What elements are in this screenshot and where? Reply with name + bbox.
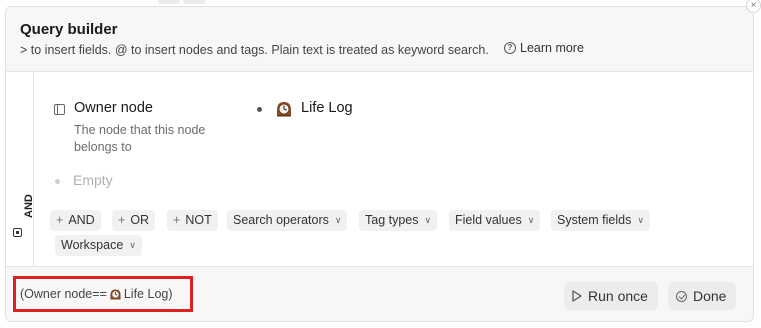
chip-label: Workspace [61, 238, 124, 252]
chip-label: Tag types [365, 213, 419, 227]
group-toggle-icon[interactable] [13, 228, 22, 237]
and-operator-label: AND [23, 194, 35, 218]
and-group-label: AND [10, 188, 35, 248]
field-icon [54, 104, 65, 115]
chip-label: AND [68, 213, 95, 227]
chip-label: NOT [185, 213, 212, 227]
dialog-footer: (Owner node== Life Log) Run once Done [6, 266, 753, 321]
mantel-clock-icon [277, 102, 291, 117]
empty-bullet [55, 179, 60, 184]
learn-more-link[interactable]: ? Learn more [504, 41, 584, 55]
help-icon: ? [504, 42, 516, 54]
add-and-button[interactable]: + AND [50, 210, 101, 231]
play-icon [572, 290, 582, 302]
close-icon[interactable]: × [746, 0, 761, 13]
done-button[interactable]: Done [668, 282, 737, 310]
chip-label: System fields [557, 213, 632, 227]
plus-icon: + [56, 213, 64, 227]
learn-more-label: Learn more [520, 41, 584, 55]
chevron-down-icon: ∨ [334, 215, 342, 225]
dialog-header: Query builder > to insert fields. @ to i… [6, 7, 753, 72]
chip-label: OR [130, 213, 150, 227]
field-description: The node that this node belongs to [74, 123, 206, 154]
dialog-title: Query builder [20, 21, 118, 38]
chevron-down-icon: ∨ [424, 215, 432, 225]
mantel-clock-icon [110, 288, 121, 300]
query-expression: (Owner node== Life Log) [20, 287, 173, 301]
chevron-down-icon: ∨ [129, 240, 136, 250]
field-values-dropdown[interactable]: Field values ∨ [449, 210, 541, 231]
tag-types-dropdown[interactable]: Tag types ∨ [359, 210, 438, 231]
chevron-down-icon: ∨ [527, 215, 535, 225]
and-group-rail[interactable]: AND [6, 72, 35, 266]
search-operators-dropdown[interactable]: Search operators ∨ [227, 210, 348, 231]
query-prefix: (Owner node== [20, 287, 107, 301]
add-not-button[interactable]: + NOT [167, 210, 218, 231]
query-value: Life Log) [123, 287, 173, 301]
query-editor[interactable]: AND Owner node The node that this node b… [6, 72, 753, 266]
done-label: Done [693, 288, 727, 304]
run-once-button[interactable]: Run once [564, 282, 658, 310]
workspace-dropdown[interactable]: Workspace ∨ [55, 235, 142, 256]
chip-label: Field values [455, 213, 522, 227]
field-value[interactable]: Life Log [301, 100, 353, 116]
value-bullet [257, 107, 262, 112]
field-name[interactable]: Owner node [74, 100, 153, 116]
dialog-hint: > to insert fields. @ to insert nodes an… [20, 43, 489, 57]
chip-label: Search operators [233, 213, 329, 227]
background-tab [158, 0, 180, 4]
background-tab [183, 0, 205, 4]
system-fields-dropdown[interactable]: System fields ∨ [551, 210, 650, 231]
plus-icon: + [173, 213, 181, 227]
add-or-button[interactable]: + OR [112, 210, 156, 231]
chevron-down-icon: ∨ [637, 215, 644, 225]
plus-icon: + [118, 213, 126, 227]
check-circle-icon [676, 290, 687, 302]
run-once-label: Run once [588, 288, 648, 304]
empty-placeholder[interactable]: Empty [73, 172, 113, 188]
query-builder-dialog: Query builder > to insert fields. @ to i… [5, 6, 754, 322]
